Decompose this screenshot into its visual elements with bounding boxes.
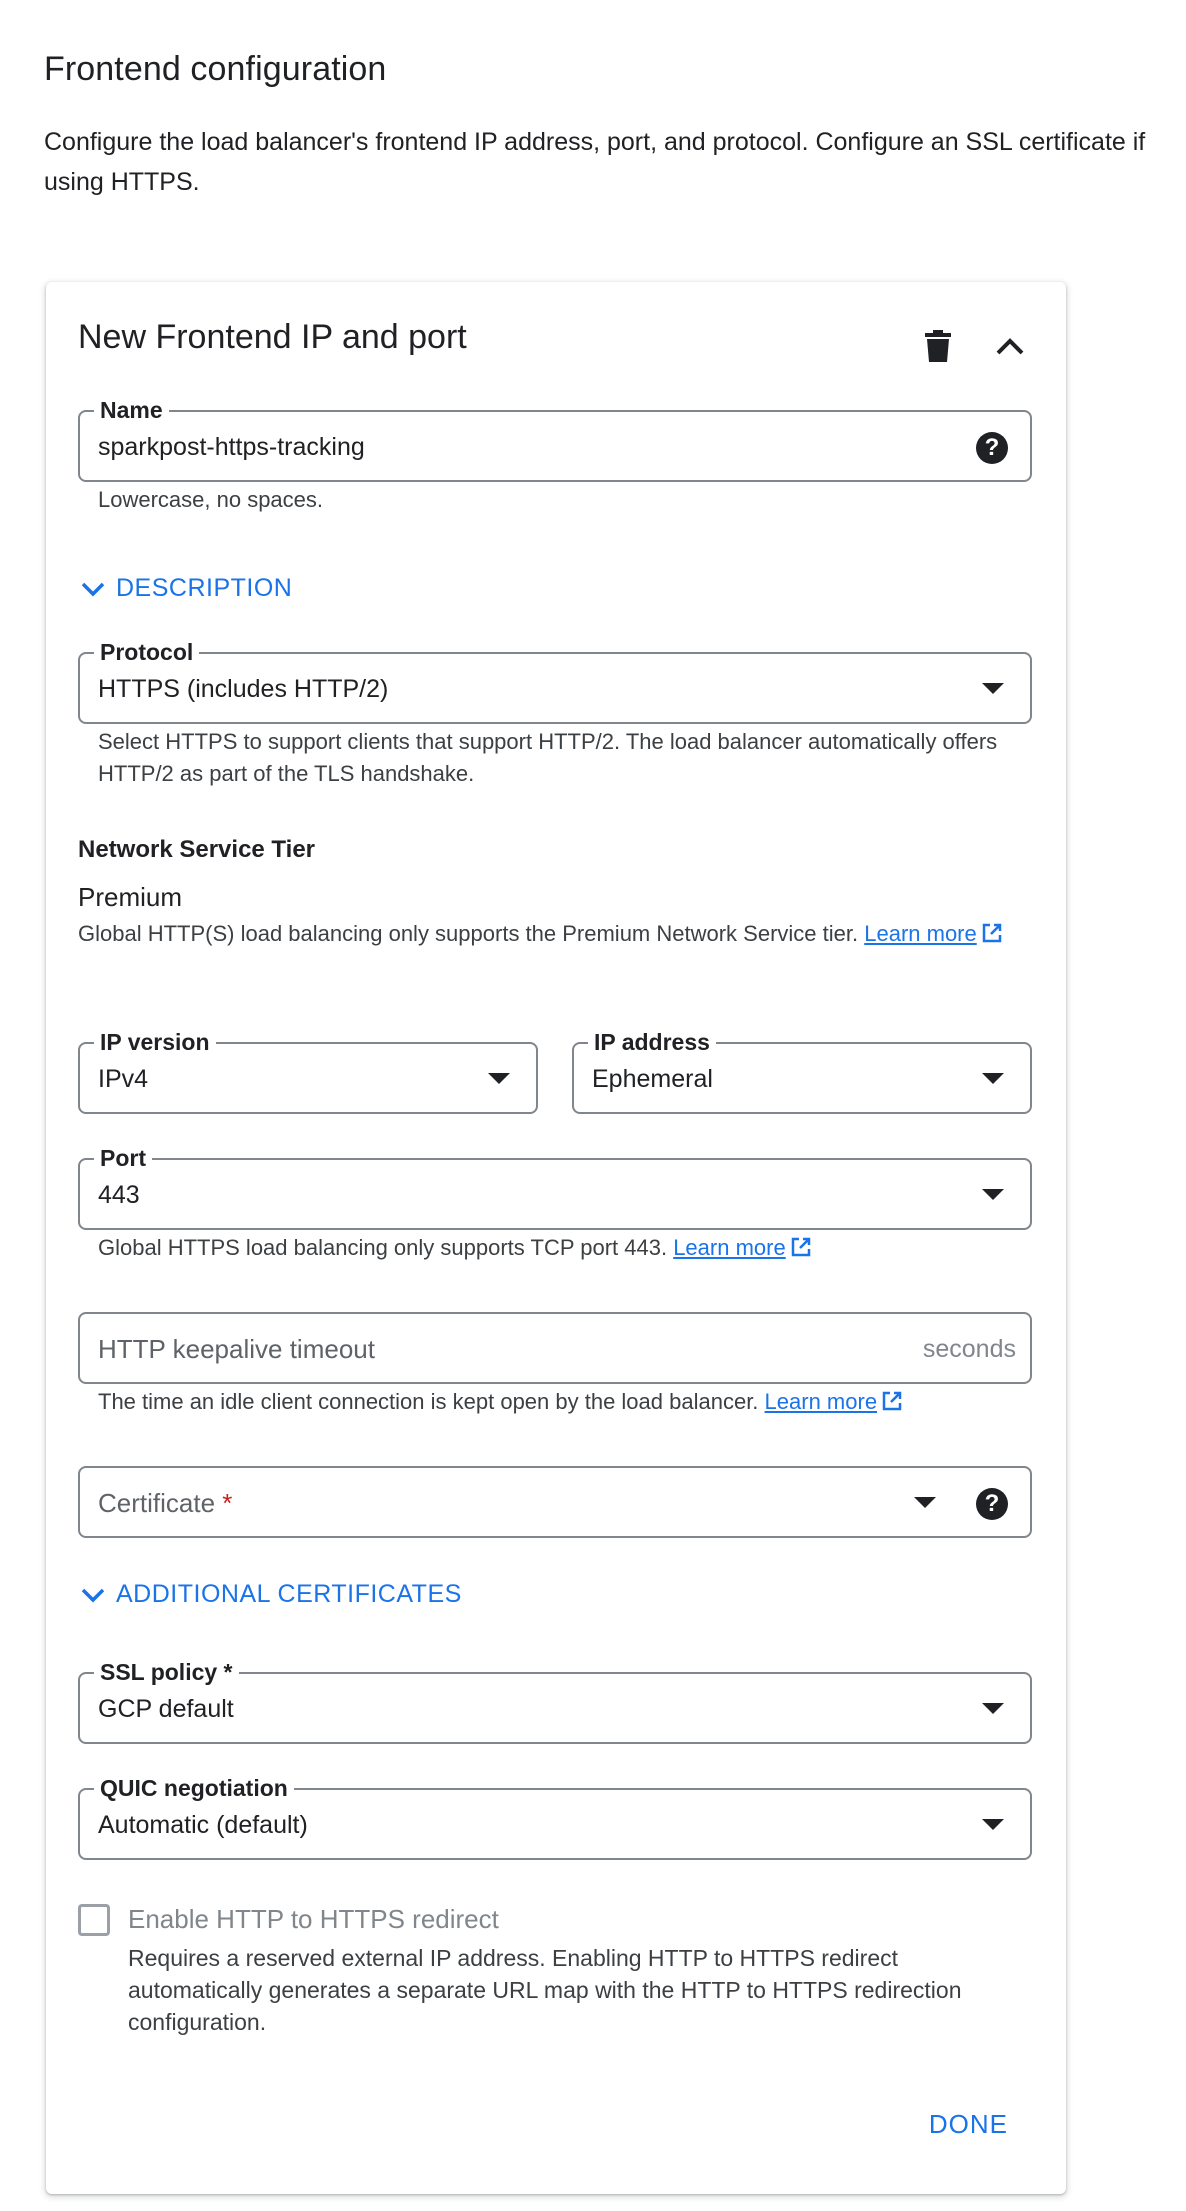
ip-address-value: Ephemeral bbox=[592, 1065, 713, 1093]
keepalive-timeout-placeholder: HTTP keepalive timeout bbox=[98, 1334, 375, 1364]
keepalive-timeout-suffix: seconds bbox=[922, 1335, 1016, 1363]
delete-button[interactable] bbox=[916, 324, 960, 368]
collapse-button[interactable] bbox=[988, 324, 1032, 368]
ip-version-value: IPv4 bbox=[98, 1065, 149, 1093]
help-icon[interactable]: ? bbox=[976, 432, 1008, 464]
frontend-card: New Frontend IP and port Name sparkpost-… bbox=[46, 282, 1066, 2194]
help-icon[interactable]: ? bbox=[976, 1488, 1008, 1520]
port-hint: Global HTTPS load balancing only support… bbox=[98, 1232, 1038, 1264]
dropdown-arrow-icon bbox=[982, 1189, 1004, 1200]
page-title: Frontend configuration bbox=[44, 50, 387, 88]
dropdown-arrow-icon bbox=[982, 1703, 1004, 1714]
network-tier-heading: Network Service Tier bbox=[78, 836, 316, 863]
dropdown-arrow-icon bbox=[982, 1819, 1004, 1830]
certificate-placeholder-text: Certificate bbox=[98, 1488, 216, 1518]
dropdown-arrow-icon bbox=[488, 1073, 510, 1084]
keepalive-hint: The time an idle client connection is ke… bbox=[98, 1386, 1038, 1418]
chevron-down-icon bbox=[81, 1588, 105, 1602]
quic-value: Automatic (default) bbox=[98, 1811, 308, 1839]
https-redirect-checkbox[interactable] bbox=[78, 1904, 110, 1936]
ssl-policy-value: GCP default bbox=[98, 1695, 234, 1723]
card-title: New Frontend IP and port bbox=[78, 318, 467, 356]
certificate-select[interactable]: Certificate * ? bbox=[78, 1466, 1032, 1538]
ip-version-label: IP version bbox=[94, 1028, 216, 1056]
keepalive-timeout-input[interactable]: HTTP keepalive timeout seconds bbox=[78, 1312, 1032, 1384]
ssl-policy-label: SSL policy * bbox=[94, 1658, 239, 1686]
external-link-icon bbox=[982, 923, 1001, 943]
https-redirect-description: Requires a reserved external IP address.… bbox=[128, 1945, 962, 2035]
port-value: 443 bbox=[98, 1181, 140, 1209]
additional-certificates-label: ADDITIONAL CERTIFICATES bbox=[116, 1580, 462, 1608]
chevron-down-icon bbox=[81, 582, 105, 596]
name-field-label: Name bbox=[94, 396, 169, 424]
https-redirect-label: Enable HTTP to HTTPS redirect bbox=[128, 1904, 499, 1934]
network-tier-hint: Global HTTP(S) load balancing only suppo… bbox=[78, 918, 1018, 950]
network-tier-value: Premium bbox=[78, 882, 183, 912]
keepalive-hint-text: The time an idle client connection is ke… bbox=[98, 1389, 759, 1414]
additional-certificates-toggle[interactable]: ADDITIONAL CERTIFICATES bbox=[80, 1580, 462, 1609]
name-field[interactable]: Name sparkpost-https-tracking ? bbox=[78, 396, 1032, 482]
required-mark: * bbox=[222, 1488, 233, 1518]
dropdown-arrow-icon bbox=[982, 1073, 1004, 1084]
ip-address-select[interactable]: IP address Ephemeral bbox=[572, 1028, 1032, 1114]
quic-label: QUIC negotiation bbox=[94, 1774, 294, 1802]
ip-address-label: IP address bbox=[588, 1028, 716, 1056]
protocol-label: Protocol bbox=[94, 638, 200, 666]
name-field-value: sparkpost-https-tracking bbox=[98, 433, 365, 461]
name-hint: Lowercase, no spaces. bbox=[98, 487, 324, 512]
quic-negotiation-select[interactable]: QUIC negotiation Automatic (default) bbox=[78, 1774, 1032, 1860]
done-button[interactable]: DONE bbox=[929, 2109, 1008, 2140]
port-hint-text: Global HTTPS load balancing only support… bbox=[98, 1235, 668, 1260]
certificate-placeholder: Certificate * bbox=[98, 1486, 232, 1520]
protocol-hint: Select HTTPS to support clients that sup… bbox=[98, 729, 998, 786]
learn-more-link[interactable]: Learn more bbox=[673, 1235, 786, 1260]
external-link-icon bbox=[791, 1237, 810, 1257]
protocol-select[interactable]: Protocol HTTPS (includes HTTP/2) bbox=[78, 638, 1032, 724]
dropdown-arrow-icon bbox=[982, 683, 1004, 694]
external-link-icon bbox=[882, 1391, 902, 1411]
delete-icon bbox=[925, 330, 951, 362]
page-description: Configure the load balancer's frontend I… bbox=[44, 128, 1146, 196]
ip-version-select[interactable]: IP version IPv4 bbox=[78, 1028, 538, 1114]
description-toggle[interactable]: DESCRIPTION bbox=[80, 574, 292, 603]
learn-more-link[interactable]: Learn more bbox=[864, 921, 977, 946]
protocol-value: HTTPS (includes HTTP/2) bbox=[98, 675, 389, 703]
chevron-up-icon bbox=[996, 338, 1024, 355]
ssl-policy-select[interactable]: SSL policy * GCP default bbox=[78, 1658, 1032, 1744]
network-tier-hint-text: Global HTTP(S) load balancing only suppo… bbox=[78, 921, 859, 946]
learn-more-link[interactable]: Learn more bbox=[765, 1389, 878, 1414]
dropdown-arrow-icon bbox=[914, 1497, 936, 1508]
port-select[interactable]: Port 443 bbox=[78, 1144, 1032, 1230]
port-label: Port bbox=[94, 1144, 152, 1172]
description-toggle-label: DESCRIPTION bbox=[116, 574, 293, 602]
